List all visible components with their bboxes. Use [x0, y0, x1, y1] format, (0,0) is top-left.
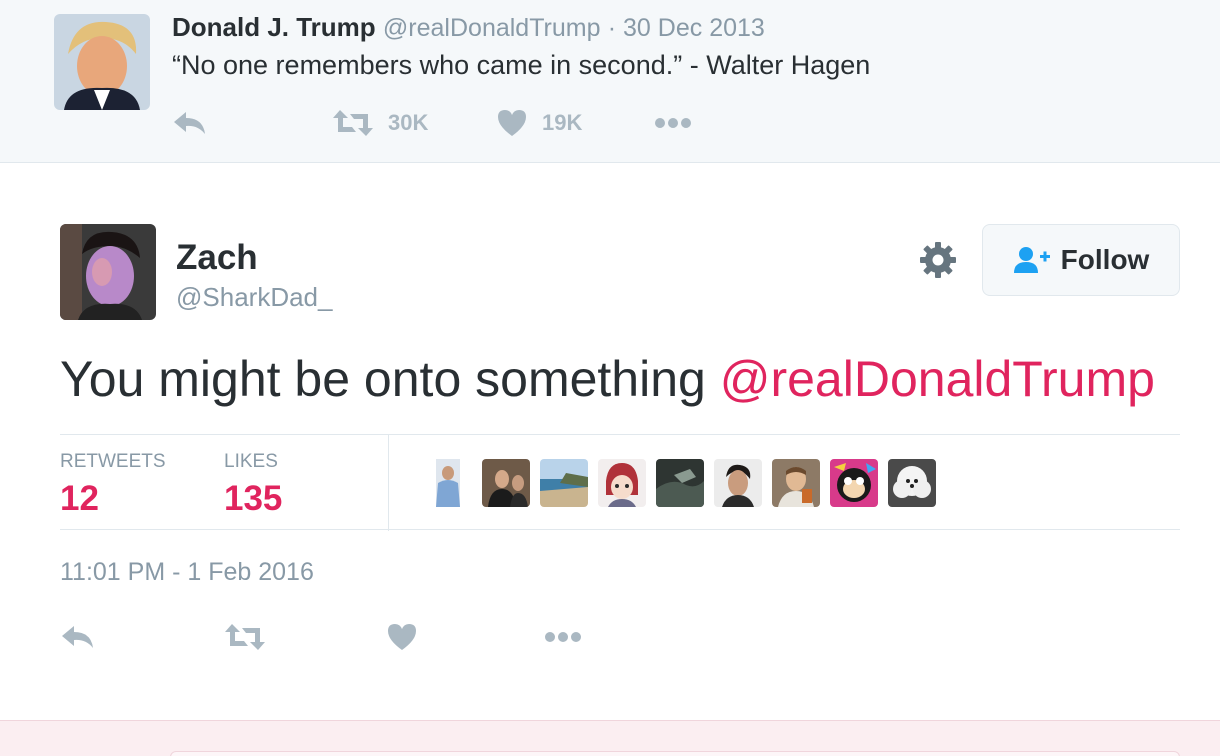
- more-icon: [655, 118, 691, 128]
- author-handle[interactable]: @SharkDad_: [176, 282, 332, 313]
- retweets-count: 12: [60, 479, 99, 518]
- liker-avatar[interactable]: [424, 459, 472, 507]
- parent-separator: ·: [607, 14, 624, 42]
- likes-count: 135: [224, 479, 283, 518]
- parent-tweet-text: “No one remembers who came in second.” -…: [172, 50, 871, 80]
- parent-like-button[interactable]: 19K: [496, 106, 582, 140]
- liker-avatar[interactable]: [598, 459, 646, 507]
- retweet-icon: [225, 624, 265, 650]
- parent-more-button[interactable]: [654, 106, 692, 140]
- more-button[interactable]: [544, 620, 582, 654]
- liker-avatar[interactable]: [888, 459, 936, 507]
- liker-avatar[interactable]: [830, 459, 878, 507]
- reply-input[interactable]: [170, 751, 1180, 756]
- author-name[interactable]: Zach: [176, 238, 258, 278]
- parent-author-handle[interactable]: @realDonaldTrump: [383, 14, 601, 42]
- parent-like-count: 19K: [542, 110, 583, 135]
- parent-author-name[interactable]: Donald J. Trump: [172, 12, 376, 42]
- parent-avatar[interactable]: [54, 14, 150, 110]
- heart-icon: [388, 624, 416, 650]
- reply-button[interactable]: [60, 620, 96, 654]
- parent-reply-button[interactable]: [172, 106, 208, 140]
- follow-user-icon: [1013, 247, 1050, 273]
- tweet-mention-link[interactable]: @realDonaldTrump: [720, 351, 1155, 407]
- reply-area: [0, 720, 1220, 756]
- retweet-button[interactable]: [224, 620, 266, 654]
- liker-avatar[interactable]: [540, 459, 588, 507]
- likes-stat[interactable]: LIKES 135: [224, 451, 282, 519]
- liker-avatar[interactable]: [656, 459, 704, 507]
- tweet-text-body: You might be onto something: [60, 351, 720, 407]
- retweets-stat[interactable]: RETWEETS 12: [60, 451, 166, 519]
- retweets-label: RETWEETS: [60, 451, 166, 472]
- stats-divider: [388, 435, 389, 531]
- reply-icon: [174, 112, 205, 134]
- parent-date[interactable]: 30 Dec 2013: [623, 14, 765, 42]
- heart-icon: [498, 110, 526, 136]
- tweet-text: You might be onto something @realDonaldT…: [60, 350, 1155, 408]
- liker-avatar[interactable]: [714, 459, 762, 507]
- parent-retweet-button[interactable]: 30K: [332, 106, 428, 140]
- parent-header: Donald J. Trump @realDonaldTrump · 30 De…: [172, 12, 765, 43]
- gear-icon: [920, 242, 956, 278]
- liker-avatar[interactable]: [772, 459, 820, 507]
- tweet-stats: RETWEETS 12 LIKES 135: [60, 434, 1180, 531]
- follow-button[interactable]: Follow: [982, 224, 1180, 296]
- follow-label: Follow: [1060, 244, 1150, 275]
- retweet-icon: [333, 110, 373, 136]
- parent-retweet-count: 30K: [388, 110, 429, 135]
- liker-avatar[interactable]: [482, 459, 530, 507]
- settings-button[interactable]: [918, 240, 958, 280]
- like-button[interactable]: [386, 620, 418, 654]
- parent-tweet[interactable]: Donald J. Trump @realDonaldTrump · 30 De…: [0, 0, 1220, 163]
- likes-label: LIKES: [224, 451, 278, 472]
- reply-icon: [62, 626, 93, 648]
- more-icon: [545, 632, 581, 642]
- tweet-timestamp[interactable]: 11:01 PM - 1 Feb 2016: [60, 558, 314, 587]
- author-avatar[interactable]: [60, 224, 156, 320]
